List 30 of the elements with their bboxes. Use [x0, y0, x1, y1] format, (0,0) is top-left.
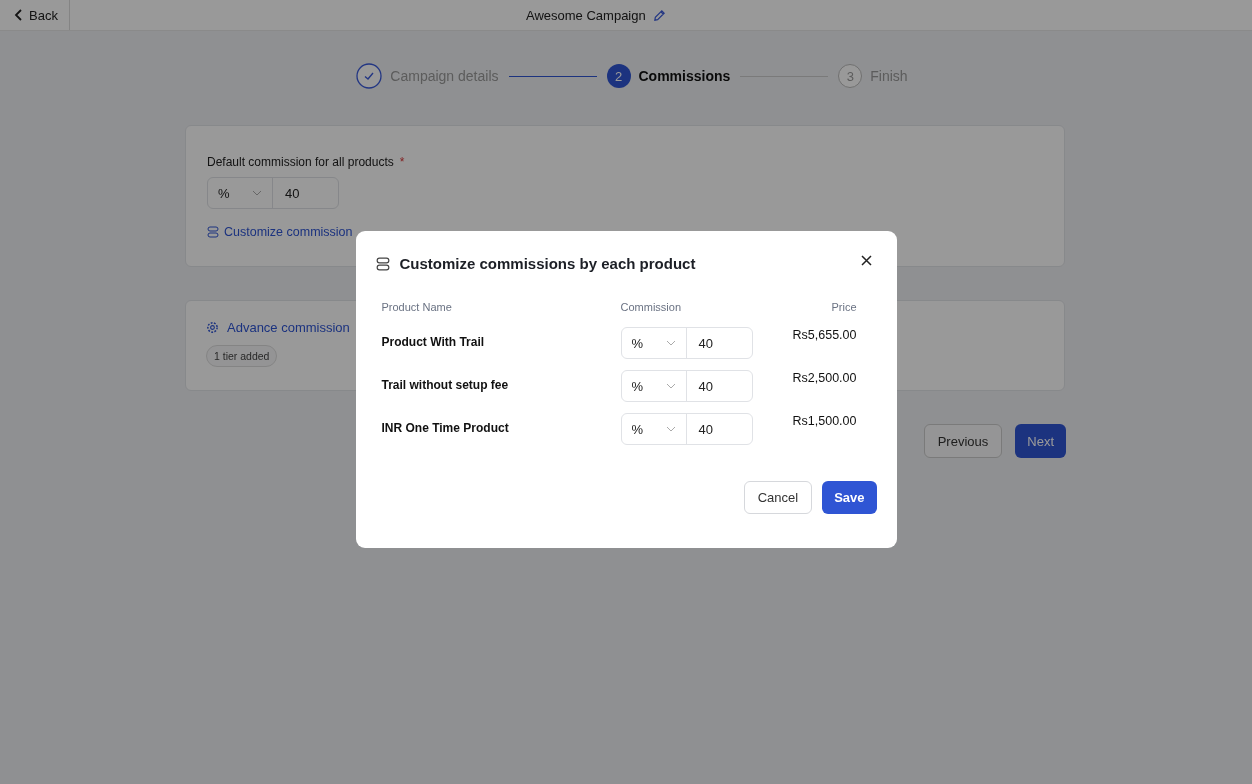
step-number: 3 [838, 64, 863, 88]
chevron-left-icon [14, 9, 24, 21]
step-number: 2 [606, 64, 631, 88]
product-name: INR One Time Product [381, 421, 510, 435]
cancel-button[interactable]: Cancel [743, 481, 813, 514]
back-button[interactable]: Back [0, 0, 70, 30]
next-button[interactable]: Next [1015, 424, 1066, 458]
pencil-icon[interactable] [652, 8, 666, 22]
toggles-icon [207, 226, 219, 238]
price: Rs2,500.00 [791, 371, 857, 385]
price: Rs5,655.00 [791, 328, 857, 342]
gear-icon [206, 321, 219, 334]
column-header: Price [830, 301, 857, 313]
previous-button[interactable]: Previous [923, 424, 1003, 458]
save-button[interactable]: Save [822, 481, 877, 514]
close-icon[interactable] [860, 255, 872, 266]
toggles-icon [375, 256, 390, 271]
campaign-title: Awesome Campaign [526, 7, 646, 23]
price: Rs1,500.00 [791, 414, 857, 428]
advanced-link[interactable]: Advance commission [206, 320, 350, 335]
customize-link[interactable]: Customize commission [207, 225, 353, 239]
column-header: Commission [620, 301, 682, 313]
modal-title: Customize commissions by each product [399, 255, 696, 272]
product-name: Trail without setup fee [381, 378, 510, 392]
field-label: Default commission for all products [207, 155, 394, 169]
tier-badge: 1 tier added [206, 345, 278, 367]
product-name: Product With Trail [381, 335, 486, 349]
step-label[interactable]: Commissions [638, 68, 731, 84]
required-mark: * [399, 155, 405, 169]
column-header: Product Name [381, 301, 453, 313]
